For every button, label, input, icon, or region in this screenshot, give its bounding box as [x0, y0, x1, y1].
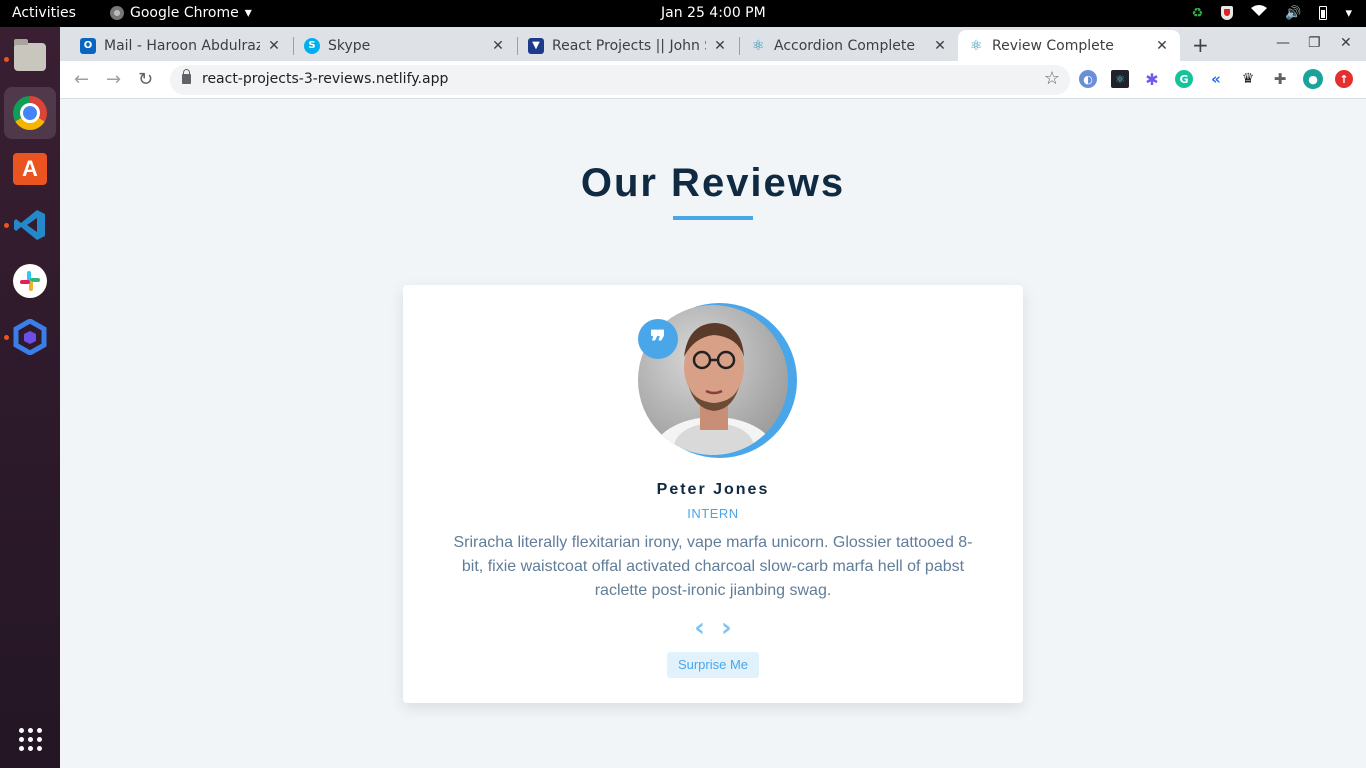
tab-react-projects[interactable]: ▼ React Projects || John Smilga ✕ [518, 30, 738, 61]
system-menu-caret-icon[interactable]: ▾ [1345, 6, 1352, 21]
store-icon: A [13, 153, 47, 185]
close-icon[interactable]: ✕ [490, 38, 506, 54]
tab-review[interactable]: ⚛ Review Complete ✕ [958, 30, 1180, 61]
tab-skype[interactable]: S Skype ✕ [294, 30, 516, 61]
wifi-icon[interactable] [1251, 5, 1268, 21]
skype-icon: S [304, 37, 320, 54]
tab-title: React Projects || John Smilga [552, 37, 706, 54]
react-projects-icon: ▼ [528, 37, 544, 54]
vscode-app[interactable] [4, 199, 56, 251]
reload-icon[interactable]: ↻ [138, 69, 153, 90]
url-text[interactable]: react-projects-3-reviews.netlify.app [202, 71, 448, 87]
reviewer-image-container: ❞ [638, 303, 797, 460]
review-text: Sriracha literally flexitarian irony, va… [453, 534, 973, 599]
recycle-icon[interactable]: ♻ [1192, 6, 1204, 21]
tab-title: Accordion Complete [774, 37, 915, 54]
title-underline [673, 216, 753, 220]
extension-icon[interactable]: ◐ [1079, 70, 1097, 88]
grammarly-icon[interactable]: G [1175, 70, 1193, 88]
chrome-icon [13, 96, 47, 130]
system-top-bar: Activities Google Chrome ▾ Jan 25 4:00 P… [0, 0, 1366, 27]
profile-avatar[interactable]: ● [1303, 69, 1323, 89]
shield-icon[interactable] [1221, 6, 1234, 20]
minimize-icon[interactable]: — [1276, 35, 1290, 51]
puzzle-extensions-icon[interactable]: ✚ [1271, 70, 1289, 88]
forward-arrow-icon[interactable]: → [106, 69, 121, 90]
tab-accordion[interactable]: ⚛ Accordion Complete ✕ [740, 30, 958, 61]
window-close-icon[interactable]: ✕ [1340, 35, 1352, 51]
slack-icon [13, 264, 47, 298]
close-icon[interactable]: ✕ [266, 38, 282, 54]
tab-title: Skype [328, 37, 371, 54]
close-icon[interactable]: ✕ [712, 38, 728, 54]
reviewer-job: INTERN [687, 506, 739, 521]
crown-extension-icon[interactable]: ♛ [1239, 70, 1257, 88]
review-navigation: ‹ › [403, 615, 1023, 641]
caret-down-icon: ▾ [244, 5, 252, 21]
restore-icon[interactable]: ❐ [1308, 35, 1321, 51]
browser-toolbar: ← → ↻ react-projects-3-reviews.netlify.a… [60, 61, 1366, 99]
close-icon[interactable]: ✕ [932, 38, 948, 54]
new-tab-button[interactable]: + [1192, 33, 1209, 57]
tab-mail[interactable]: O Mail - Haroon Abdulrazaq ✕ [70, 30, 292, 61]
files-app[interactable] [4, 31, 56, 83]
battery-icon[interactable] [1319, 6, 1328, 20]
vscode-icon [14, 210, 45, 240]
react-icon: ⚛ [969, 37, 983, 54]
software-store-app[interactable]: A [4, 143, 56, 195]
hex-app[interactable] [4, 311, 56, 363]
app-menu-label: Google Chrome [130, 5, 239, 21]
bookmark-star-icon[interactable]: ☆ [1044, 68, 1060, 89]
chevron-right-icon[interactable]: › [721, 615, 732, 641]
clock[interactable]: Jan 25 4:00 PM [661, 5, 766, 21]
dock: A [0, 27, 60, 768]
review-card: ❞ Peter Jones INTERN Sriracha literally … [403, 285, 1023, 703]
tab-strip: O Mail - Haroon Abdulrazaq ✕ S Skype ✕ ▼… [60, 27, 1366, 61]
chrome-app[interactable] [4, 87, 56, 139]
react-icon: ⚛ [751, 37, 765, 54]
reviewer-name: Peter Jones [656, 481, 770, 498]
show-applications-button[interactable] [4, 713, 56, 765]
tab-title: Review Complete [992, 37, 1114, 54]
slack-app[interactable] [4, 255, 56, 307]
back-arrow-icon[interactable]: ← [74, 69, 89, 90]
webpage: Our Reviews ❞ Peter Jones INTERN Srirach… [60, 99, 1366, 768]
asterisk-extension-icon[interactable]: ✱ [1143, 70, 1161, 89]
surprise-me-button[interactable]: Surprise Me [667, 652, 759, 678]
tab-title: Mail - Haroon Abdulrazaq [104, 37, 260, 54]
volume-icon[interactable]: 🔊 [1285, 6, 1301, 21]
hexagon-app-icon [13, 319, 47, 355]
k-extension-icon[interactable]: « [1207, 70, 1225, 88]
update-arrow-icon[interactable]: ↑ [1335, 70, 1353, 88]
chevron-left-icon[interactable]: ‹ [694, 615, 705, 641]
lock-icon[interactable] [182, 69, 191, 84]
chrome-small-icon [110, 6, 124, 20]
files-icon [14, 39, 46, 71]
apps-grid-icon [18, 727, 42, 751]
quote-icon: ❞ [638, 319, 678, 360]
address-bar[interactable]: react-projects-3-reviews.netlify.app ☆ [170, 65, 1070, 95]
system-tray[interactable]: ♻ 🔊 ▾ [1192, 5, 1352, 21]
page-title: Our Reviews [580, 161, 846, 205]
outlook-icon: O [80, 37, 96, 54]
close-icon[interactable]: ✕ [1154, 38, 1170, 54]
react-devtools-icon[interactable]: ⚛ [1111, 70, 1129, 88]
browser-window: O Mail - Haroon Abdulrazaq ✕ S Skype ✕ ▼… [60, 27, 1366, 768]
app-menu[interactable]: Google Chrome ▾ [110, 5, 252, 21]
activities-button[interactable]: Activities [12, 5, 76, 21]
